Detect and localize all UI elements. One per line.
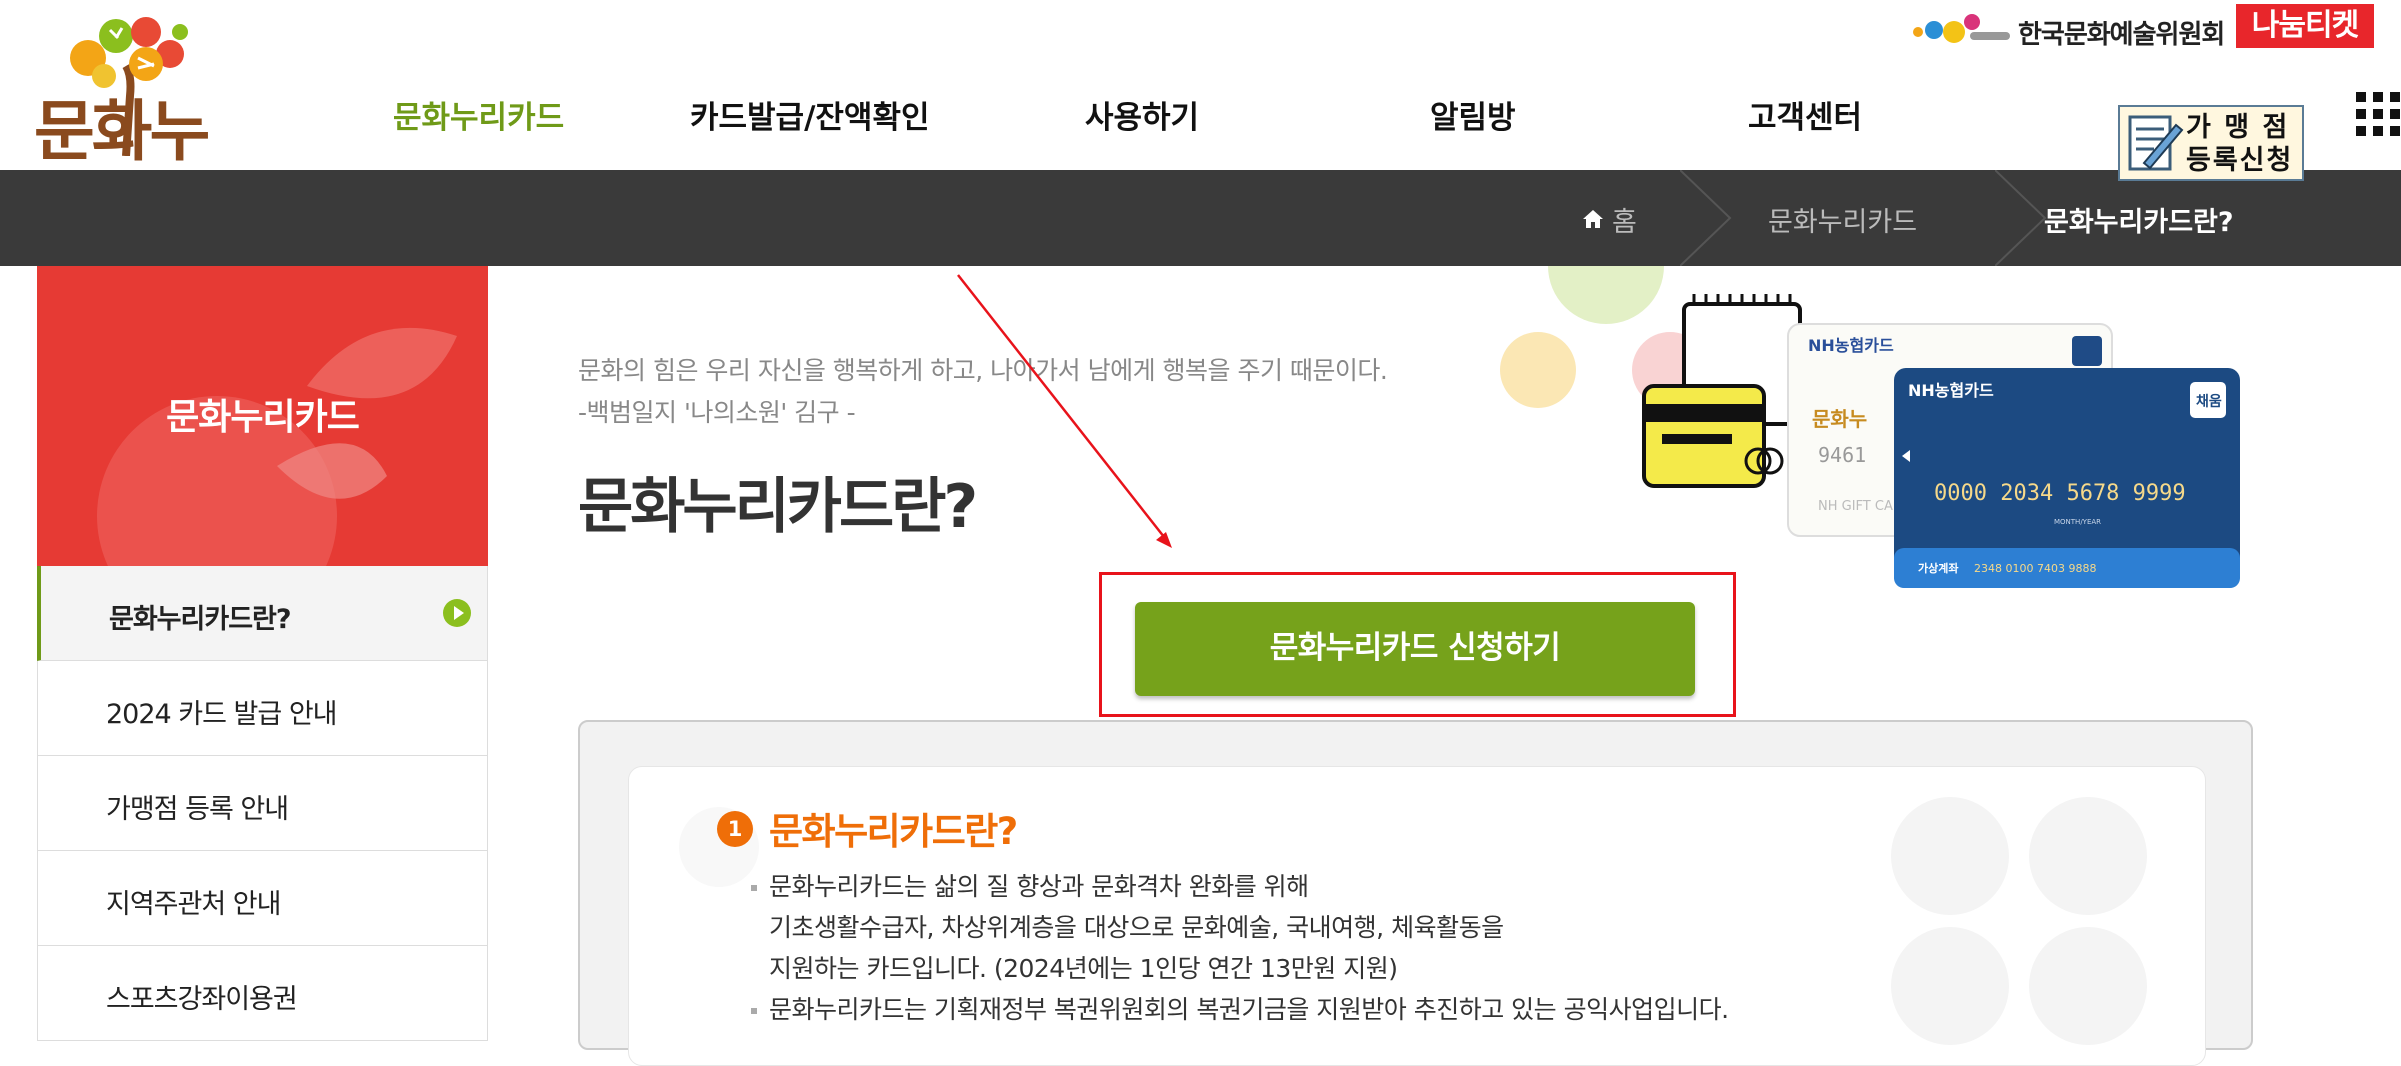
bullet-icon: [751, 1008, 757, 1014]
card-valid: MONTH/YEAR: [2054, 518, 2101, 526]
front-card-brand: NH농협카드: [1908, 381, 1994, 400]
gnb-item-usage[interactable]: 사용하기: [1085, 92, 1199, 137]
gnb-item-issue-balance[interactable]: 카드발급/잔액확인: [690, 92, 929, 137]
side-nav-item-label: 지역주관처 안내: [106, 889, 281, 920]
nanum-ticket-link[interactable]: 나눔티켓: [2236, 4, 2374, 48]
decorative-circle: [2029, 927, 2147, 1045]
back-card-number: 9461: [1818, 443, 1866, 467]
site-logo[interactable]: 문화누리: [30, 6, 260, 266]
side-nav-item-label: 2024 카드 발급 안내: [106, 699, 338, 730]
side-nav-item-2024-issue[interactable]: 2024 카드 발급 안내: [38, 661, 487, 756]
side-nav-item-about[interactable]: 문화누리카드란?: [37, 566, 487, 661]
gnb-item-culture-card[interactable]: 문화누리카드: [393, 92, 564, 137]
card-badge: 채움: [2196, 394, 2222, 410]
decorative-circle: [1891, 927, 2009, 1045]
all-menu-icon[interactable]: [2356, 92, 2401, 140]
card-illustration: NH농협카드 문화누 9461 NH GIFT CA NH농협카드 채움 000…: [1490, 208, 2270, 606]
arko-link[interactable]: 한국문화예술위원회: [1910, 8, 2225, 50]
side-nav-title: 문화누리카드: [166, 397, 360, 438]
side-nav-list: 문화누리카드란? 2024 카드 발급 안내 가맹점 등록 안내 지역주관처 안…: [37, 566, 488, 1041]
global-nav: 문화누리카드 카드발급/잔액확인 사용하기 알림방 고객센터: [330, 92, 1910, 148]
breadcrumb-level1[interactable]: 문화누리카드: [1768, 200, 1917, 239]
breadcrumb-home[interactable]: 홈: [1612, 200, 1637, 239]
breadcrumb: 홈 문화누리카드 문화누리카드란?: [0, 170, 2401, 266]
apply-card-button[interactable]: 문화누리카드 신청하기: [1135, 602, 1695, 696]
site-header: 문화누리 문화누리카드 카드발급/잔액확인 사용하기 알림방 고객센터 한국문화…: [0, 0, 2401, 266]
arko-logo-icon: [1913, 14, 2010, 43]
side-nav-item-label: 스포츠강좌이용권: [106, 984, 298, 1015]
side-nav-item-label: 문화누리카드란?: [109, 604, 292, 635]
content-section: 1 문화누리카드란? 문화누리카드는 삶의 질 향상과 문화격차 완화를 위해 …: [578, 720, 2253, 1066]
side-nav-header: 문화누리카드: [37, 266, 488, 566]
gnb-item-customer-center[interactable]: 고객센터: [1748, 92, 1862, 137]
section-line: 문화누리카드는 기획재정부 복권위원회의 복권기금을 지원받아 추진하고 있는 …: [769, 995, 1729, 1024]
gnb-item-notice[interactable]: 알림방: [1430, 92, 1516, 137]
section-number-badge: 1: [717, 811, 753, 847]
decorative-circle: [2029, 797, 2147, 915]
section-line: 지원하는 카드입니다. (2024년에는 1인당 연간 13만원 지원): [769, 954, 1398, 983]
card-account-number: 2348 0100 7403 9888: [1974, 562, 2096, 575]
card-number: 0000 2034 5678 9999: [1934, 481, 2186, 506]
section-line: 기초생활수급자, 차상위계층을 대상으로 문화예술, 국내여행, 체육활동을: [769, 913, 1504, 942]
section-line: 문화누리카드는 삶의 질 향상과 문화격차 완화를 위해: [769, 872, 1309, 901]
cards-image: NH농협카드 문화누 9461 NH GIFT CA NH농협카드 채움 000…: [1500, 208, 2240, 588]
decorative-circle: [1891, 797, 2009, 915]
side-nav-item-label: 가맹점 등록 안내: [106, 794, 289, 825]
quote-text: 문화의 힘은 우리 자신을 행복하게 하고, 나아가서 남에게 행복을 주기 때…: [578, 356, 1388, 427]
back-card-logo: 문화누: [1812, 407, 1867, 431]
breadcrumb-current: 문화누리카드란?: [2044, 207, 2234, 238]
back-card-brand: NH GIFT CA: [1818, 499, 1893, 514]
card-account-label: 가상계좌: [1918, 561, 1958, 575]
home-icon[interactable]: [1582, 208, 1604, 230]
side-nav-item-merchant[interactable]: 가맹점 등록 안내: [38, 756, 487, 851]
card-brand: NH농협카드: [1808, 336, 1894, 355]
section-title: 문화누리카드란?: [769, 810, 1018, 853]
content-card: 1 문화누리카드란? 문화누리카드는 삶의 질 향상과 문화격차 완화를 위해 …: [628, 766, 2206, 1066]
page-title: 문화누리카드란?: [578, 472, 978, 542]
merchant-register-label: 가 맹 점 등록신청: [2186, 112, 2294, 176]
merchant-register-button[interactable]: 가 맹 점 등록신청: [2118, 105, 2304, 181]
side-nav: 문화누리카드 문화누리카드란? 2024 카드 발급 안내 가맹점 등록 안내 …: [37, 266, 488, 1041]
breadcrumb-separator: [1680, 170, 1732, 266]
arko-name: 한국문화예술위원회: [2018, 20, 2225, 50]
bullet-icon: [751, 885, 757, 891]
arrow-right-icon: [443, 599, 471, 627]
pen-document-icon: [2128, 115, 2184, 171]
side-nav-item-regional[interactable]: 지역주관처 안내: [38, 851, 487, 946]
